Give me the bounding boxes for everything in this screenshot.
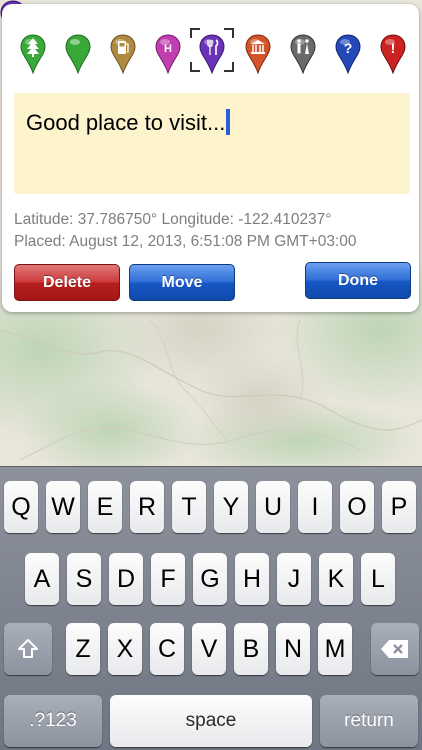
key-i[interactable]: I xyxy=(298,481,332,533)
pin-type-palette: H ? ! xyxy=(2,28,419,78)
text-caret xyxy=(226,109,231,135)
key-e[interactable]: E xyxy=(88,481,122,533)
hotel-pin-icon[interactable]: H xyxy=(155,34,181,74)
tree-pin-icon[interactable] xyxy=(20,34,46,74)
delete-button[interactable]: Delete xyxy=(14,264,120,301)
key-z[interactable]: Z xyxy=(66,623,100,675)
svg-text:!: ! xyxy=(391,40,396,56)
space-key[interactable]: space xyxy=(110,695,312,747)
backspace-key[interactable] xyxy=(371,623,419,675)
key-v[interactable]: V xyxy=(192,623,226,675)
key-s[interactable]: S xyxy=(67,553,101,605)
note-text-area[interactable]: Good place to visit... xyxy=(14,93,410,194)
key-y[interactable]: Y xyxy=(214,481,248,533)
coordinates-text: Latitude: 37.786750° Longitude: -122.410… xyxy=(14,211,332,228)
shift-key[interactable] xyxy=(4,623,52,675)
move-button[interactable]: Move xyxy=(129,264,235,301)
key-b[interactable]: B xyxy=(234,623,268,675)
gas-pin-icon[interactable] xyxy=(110,34,136,74)
restroom-pin-icon[interactable] xyxy=(290,34,316,74)
note-text: Good place to visit... xyxy=(26,110,226,135)
key-m[interactable]: M xyxy=(318,623,352,675)
placed-date-text: Placed: August 12, 2013, 6:51:08 PM GMT+… xyxy=(14,233,357,250)
key-t[interactable]: T xyxy=(172,481,206,533)
onscreen-keyboard: QWERTYUIOP ASDFGHJKL ZXCVBNM .?123 space… xyxy=(0,466,422,750)
key-w[interactable]: W xyxy=(46,481,80,533)
key-u[interactable]: U xyxy=(256,481,290,533)
key-n[interactable]: N xyxy=(276,623,310,675)
key-q[interactable]: Q xyxy=(4,481,38,533)
key-d[interactable]: D xyxy=(109,553,143,605)
key-g[interactable]: G xyxy=(193,553,227,605)
key-o[interactable]: O xyxy=(340,481,374,533)
pin-metadata: Latitude: 37.786750° Longitude: -122.410… xyxy=(14,209,357,253)
key-c[interactable]: C xyxy=(150,623,184,675)
shift-arrow-icon xyxy=(18,639,38,658)
museum-pin-icon[interactable] xyxy=(245,34,271,74)
key-a[interactable]: A xyxy=(25,553,59,605)
numbers-key[interactable]: .?123 xyxy=(4,695,102,747)
svg-text:H: H xyxy=(164,43,172,55)
return-key[interactable]: return xyxy=(320,695,418,747)
plain-green-pin-icon[interactable] xyxy=(65,34,91,74)
question-pin-icon[interactable]: ? xyxy=(335,34,361,74)
key-l[interactable]: L xyxy=(361,553,395,605)
svg-text:?: ? xyxy=(344,40,353,56)
key-x[interactable]: X xyxy=(108,623,142,675)
alert-pin-icon[interactable]: ! xyxy=(380,34,406,74)
restaurant-pin-icon[interactable] xyxy=(199,34,225,74)
key-h[interactable]: H xyxy=(235,553,269,605)
key-k[interactable]: K xyxy=(319,553,353,605)
backspace-icon xyxy=(381,640,408,658)
key-p[interactable]: P xyxy=(382,481,416,533)
key-r[interactable]: R xyxy=(130,481,164,533)
done-button[interactable]: Done xyxy=(305,262,411,299)
key-j[interactable]: J xyxy=(277,553,311,605)
pin-editor-card: H ? ! Good place to visit... Latitude: 3… xyxy=(2,4,419,312)
key-f[interactable]: F xyxy=(151,553,185,605)
